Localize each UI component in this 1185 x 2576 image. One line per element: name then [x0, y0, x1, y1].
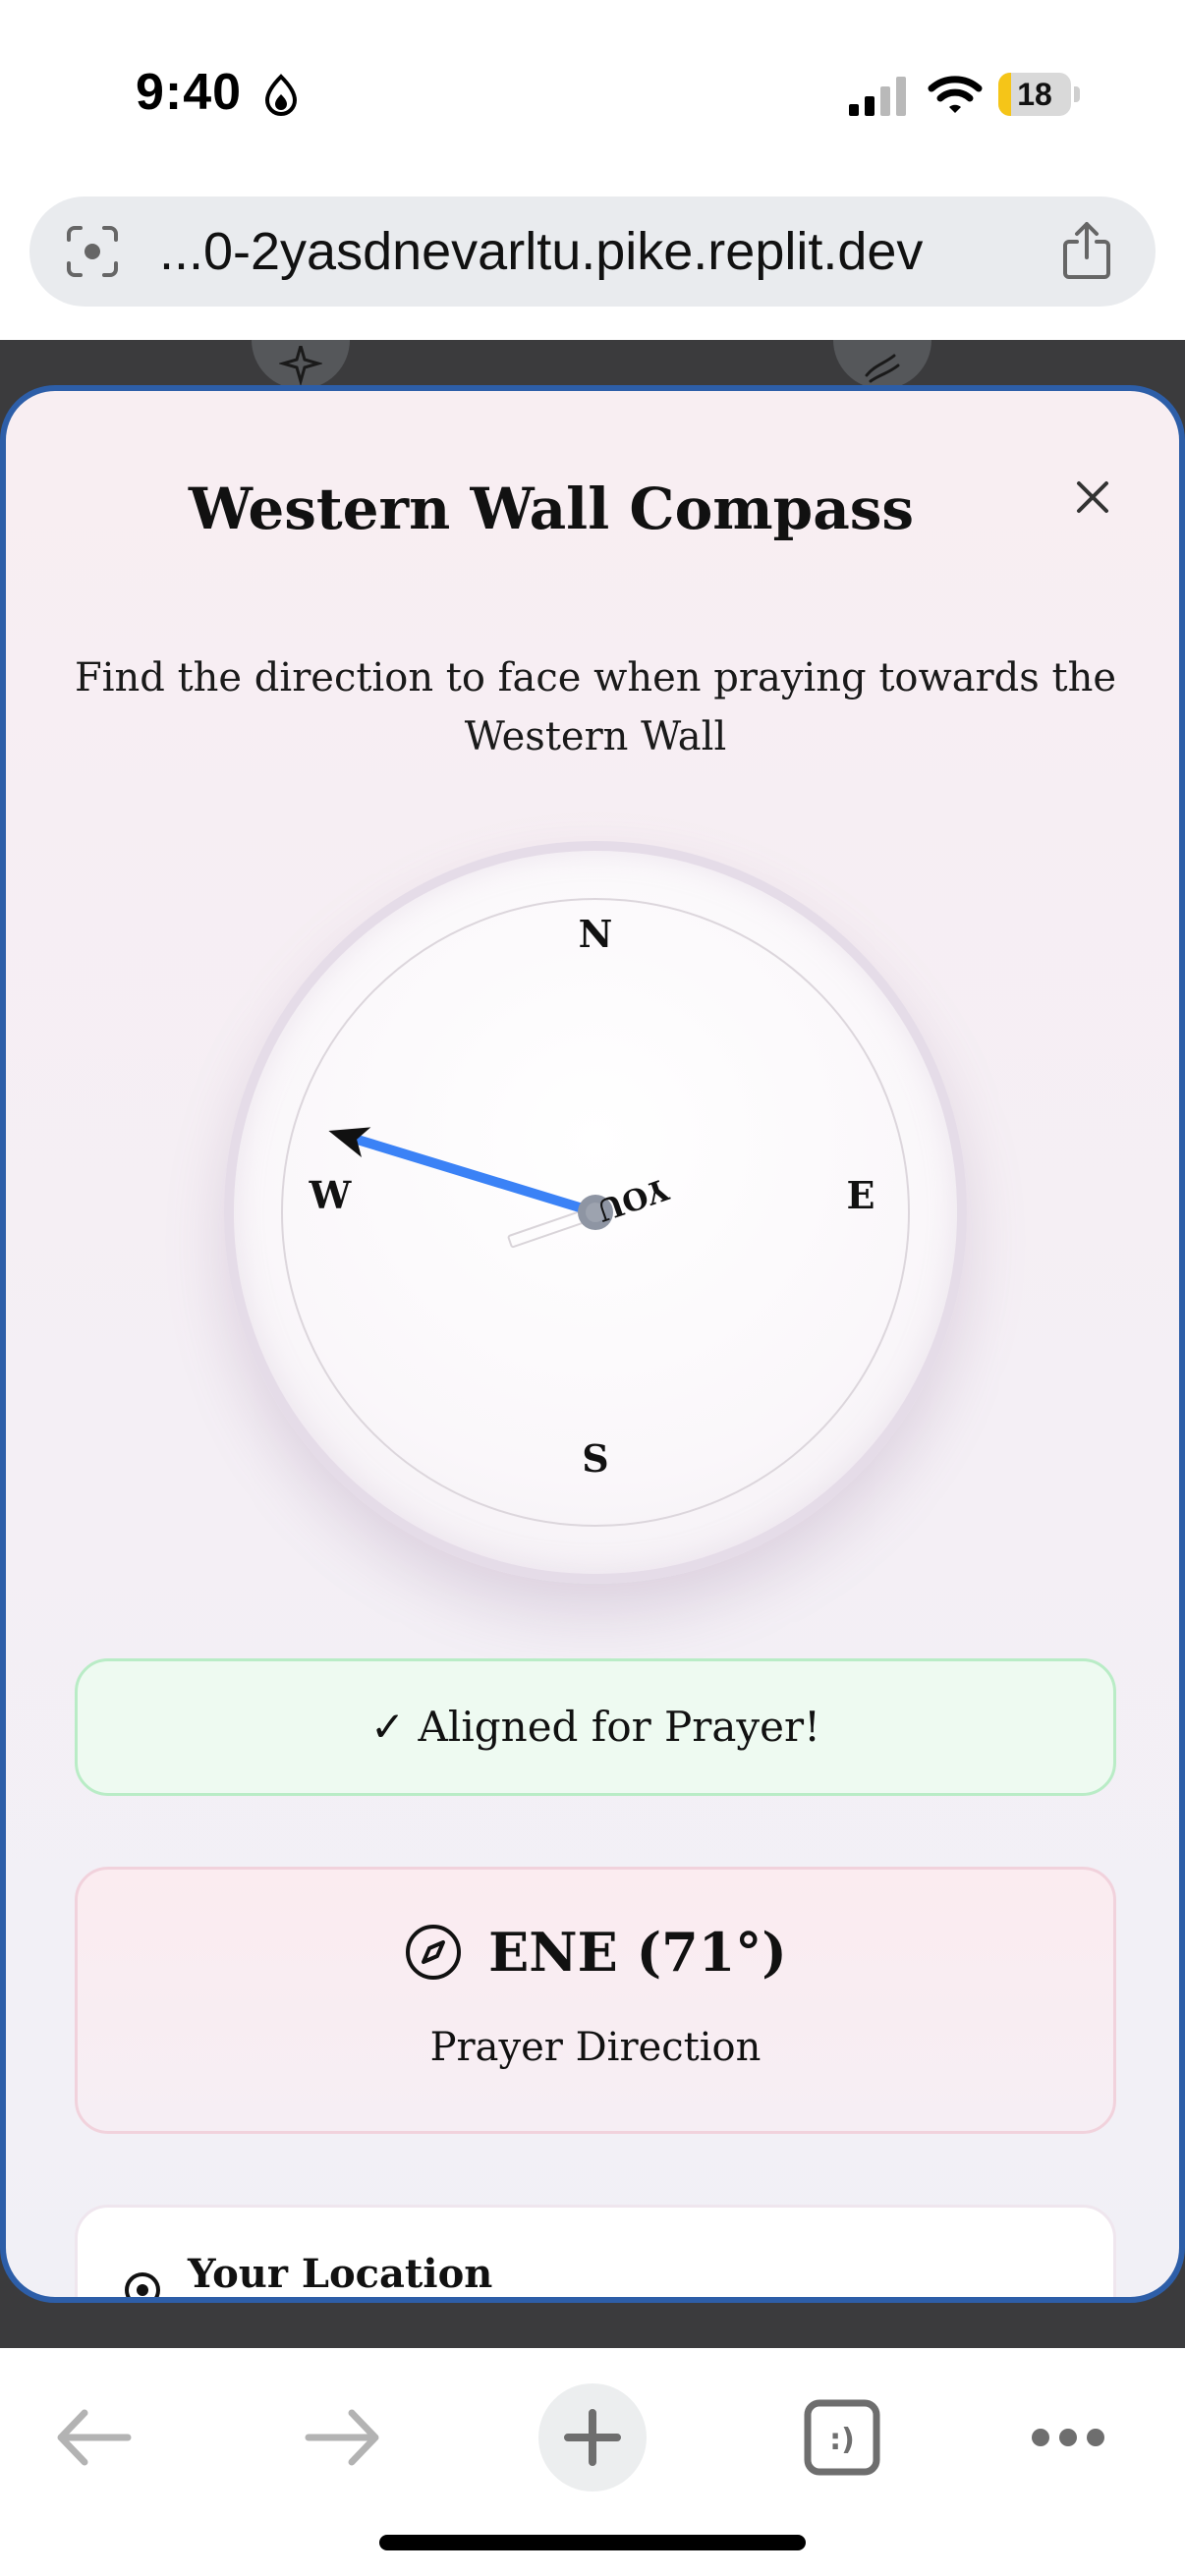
prayer-direction-value: ENE (71°): [488, 1921, 787, 1984]
focus-icon: [264, 74, 298, 116]
compass-modal: Western Wall Compass Find the direction …: [0, 385, 1185, 2303]
hands-icon: [833, 340, 931, 389]
sparkle-icon: [252, 340, 350, 389]
tabs-glyph: :): [829, 2423, 855, 2457]
location-title: Your Location: [188, 2251, 493, 2297]
you-label: YOU: [592, 1171, 673, 1227]
compass-needles: YOU: [328, 1118, 847, 1249]
share-icon[interactable]: [1059, 220, 1114, 281]
aligned-status-banner: ✓ Aligned for Prayer!: [75, 1658, 1116, 1796]
location-target-icon: [125, 2272, 160, 2297]
plus-icon: [564, 2409, 621, 2466]
tabs-icon: :): [804, 2399, 880, 2476]
close-icon[interactable]: [1063, 468, 1122, 527]
more-icon[interactable]: [1014, 2383, 1122, 2492]
battery-indicator: 18: [998, 73, 1081, 116]
compass-dial: N E S W YOU: [224, 841, 967, 1584]
signal-icon: [849, 77, 906, 116]
device-heading-needle: [328, 1127, 600, 1217]
tabs-button[interactable]: :): [788, 2383, 896, 2492]
location-card: Your Location: [75, 2205, 1116, 2297]
camera-search-icon[interactable]: [65, 224, 120, 279]
prayer-direction-label: Prayer Direction: [429, 2025, 762, 2070]
modal-title: Western Wall Compass: [188, 476, 915, 542]
compass-icon: [406, 1925, 462, 1980]
back-arrow-icon[interactable]: [39, 2383, 147, 2492]
battery-level: 18: [1017, 77, 1052, 112]
status-bar: 9:40 18: [0, 0, 1185, 187]
address-bar[interactable]: ...0-2yasdnevarltu.pike.replit.dev: [29, 196, 1156, 307]
url-text[interactable]: ...0-2yasdnevarltu.pike.replit.dev: [159, 196, 1063, 307]
modal-subtitle: Find the direction to face when praying …: [74, 655, 1117, 759]
home-indicator: [379, 2535, 806, 2550]
status-time: 9:40: [136, 64, 243, 121]
prayer-direction-card: ENE (71°) Prayer Direction: [75, 1867, 1116, 2134]
prayer-direction-needle: [507, 1118, 847, 1249]
forward-arrow-icon[interactable]: [289, 2383, 397, 2492]
aligned-status-text: ✓ Aligned for Prayer!: [370, 1703, 820, 1751]
new-tab-button[interactable]: [538, 2383, 647, 2492]
wifi-icon: [928, 76, 983, 113]
